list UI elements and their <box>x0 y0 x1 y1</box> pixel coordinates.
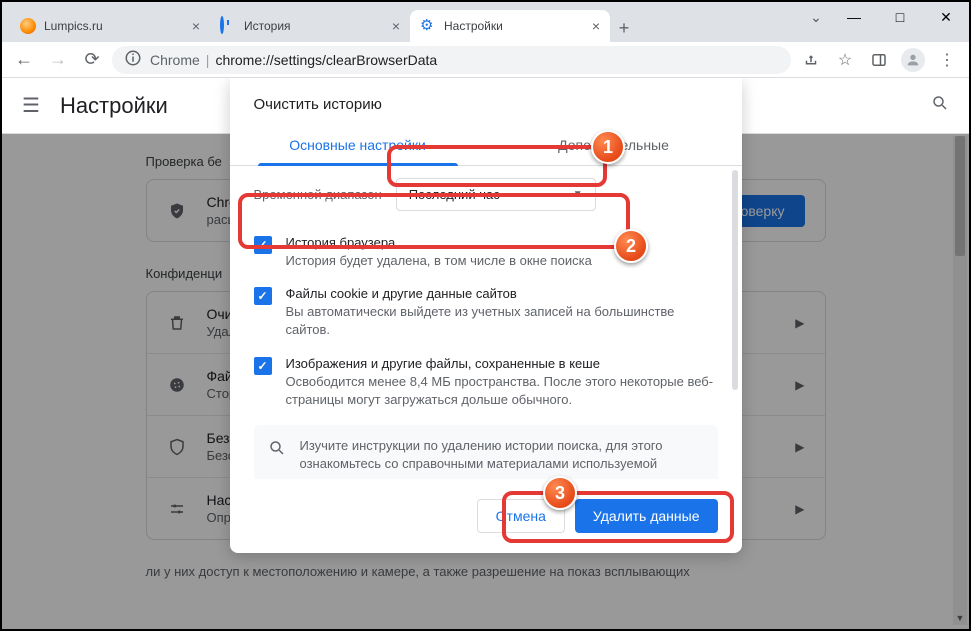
time-range-value: Последний час <box>409 187 500 202</box>
lumpics-favicon <box>20 18 36 34</box>
tab-title: Настройки <box>444 19 588 33</box>
nav-back-button[interactable]: ← <box>10 46 38 74</box>
window-controls: ⌄ — □ ✕ <box>801 2 969 32</box>
tab-overflow-button[interactable]: ⌄ <box>801 2 831 32</box>
site-info-icon[interactable] <box>124 49 142 70</box>
tab-title: Lumpics.ru <box>44 19 188 33</box>
info-text: Изучите инструкции по удалению истории п… <box>300 437 704 473</box>
window-close-button[interactable]: ✕ <box>923 2 969 32</box>
browsing-history-row[interactable]: ✓ История браузера История будет удалена… <box>254 227 718 278</box>
new-tab-button[interactable]: + <box>610 14 638 42</box>
bookmark-star-button[interactable]: ☆ <box>831 46 859 74</box>
address-bar[interactable]: Chrome | chrome://settings/clearBrowserD… <box>112 46 791 74</box>
dialog-scrollbar[interactable] <box>732 170 738 479</box>
window-maximize-button[interactable]: □ <box>877 2 923 32</box>
url-scheme-label: Chrome <box>150 52 200 68</box>
dialog-tabs: Основные настройки Дополнительные <box>230 125 742 166</box>
window-minimize-button[interactable]: — <box>831 2 877 32</box>
nav-reload-button[interactable]: ⟳ <box>78 46 106 74</box>
browser-toolbar: ← → ⟳ Chrome | chrome://settings/clearBr… <box>2 42 969 78</box>
delete-data-button[interactable]: Удалить данные <box>575 499 718 533</box>
dialog-body: Временной диапазон Последний час ▼ ✓ Ист… <box>230 166 742 483</box>
checkbox-checked[interactable]: ✓ <box>254 287 272 305</box>
dialog-actions: Отмена Удалить данные <box>230 483 742 553</box>
checkbox-checked[interactable]: ✓ <box>254 236 272 254</box>
dialog-title: Очистить историю <box>230 78 742 125</box>
menu-icon[interactable]: ☰ <box>22 93 40 118</box>
cached-images-row[interactable]: ✓ Изображения и другие файлы, сохраненны… <box>254 348 718 417</box>
tab-close-icon[interactable]: × <box>392 18 400 34</box>
search-history-info: Изучите инструкции по удалению истории п… <box>254 425 718 479</box>
side-panel-button[interactable] <box>865 46 893 74</box>
item-subtitle: Освободится менее 8,4 МБ пространства. П… <box>286 373 718 409</box>
item-title: Файлы cookie и другие данные сайтов <box>286 286 718 301</box>
tab-close-icon[interactable]: × <box>592 18 600 34</box>
clear-data-dialog: Очистить историю Основные настройки Допо… <box>230 78 742 553</box>
item-subtitle: История будет удалена, в том числе в окн… <box>286 252 592 270</box>
tab-basic[interactable]: Основные настройки <box>230 125 486 165</box>
annotation-badge-2: 2 <box>614 229 648 263</box>
history-favicon <box>220 18 236 34</box>
caret-down-icon: ▼ <box>573 189 583 200</box>
tab-title: История <box>244 19 388 33</box>
item-subtitle: Вы автоматически выйдете из учетных запи… <box>286 303 718 339</box>
profile-avatar-button[interactable] <box>899 46 927 74</box>
browser-tab-lumpics[interactable]: Lumpics.ru × <box>10 10 210 42</box>
settings-favicon: ⚙ <box>420 18 436 34</box>
item-title: Изображения и другие файлы, сохраненные … <box>286 356 718 371</box>
settings-page: ☰ Настройки ▲ ▼ Проверка бе Chro расш ро… <box>2 78 969 629</box>
search-icon[interactable] <box>931 94 949 117</box>
time-range-label: Временной диапазон <box>254 187 382 202</box>
page-title: Настройки <box>60 93 168 119</box>
browser-tab-history[interactable]: История × <box>210 10 410 42</box>
annotation-badge-3: 3 <box>543 476 577 510</box>
tab-close-icon[interactable]: × <box>192 18 200 34</box>
scrollbar-thumb[interactable] <box>732 170 738 390</box>
url-text: chrome://settings/clearBrowserData <box>215 52 437 68</box>
time-range-select[interactable]: Последний час ▼ <box>396 178 596 211</box>
annotation-badge-1: 1 <box>591 130 625 164</box>
cookies-data-row[interactable]: ✓ Файлы cookie и другие данные сайтов Вы… <box>254 278 718 347</box>
checkbox-checked[interactable]: ✓ <box>254 357 272 375</box>
browser-menu-button[interactable]: ⋮ <box>933 46 961 74</box>
browser-tab-settings[interactable]: ⚙ Настройки × <box>410 10 610 42</box>
nav-forward-button[interactable]: → <box>44 46 72 74</box>
item-title: История браузера <box>286 235 592 250</box>
time-range-row: Временной диапазон Последний час ▼ <box>254 178 718 211</box>
share-button[interactable] <box>797 46 825 74</box>
search-icon <box>268 439 286 462</box>
